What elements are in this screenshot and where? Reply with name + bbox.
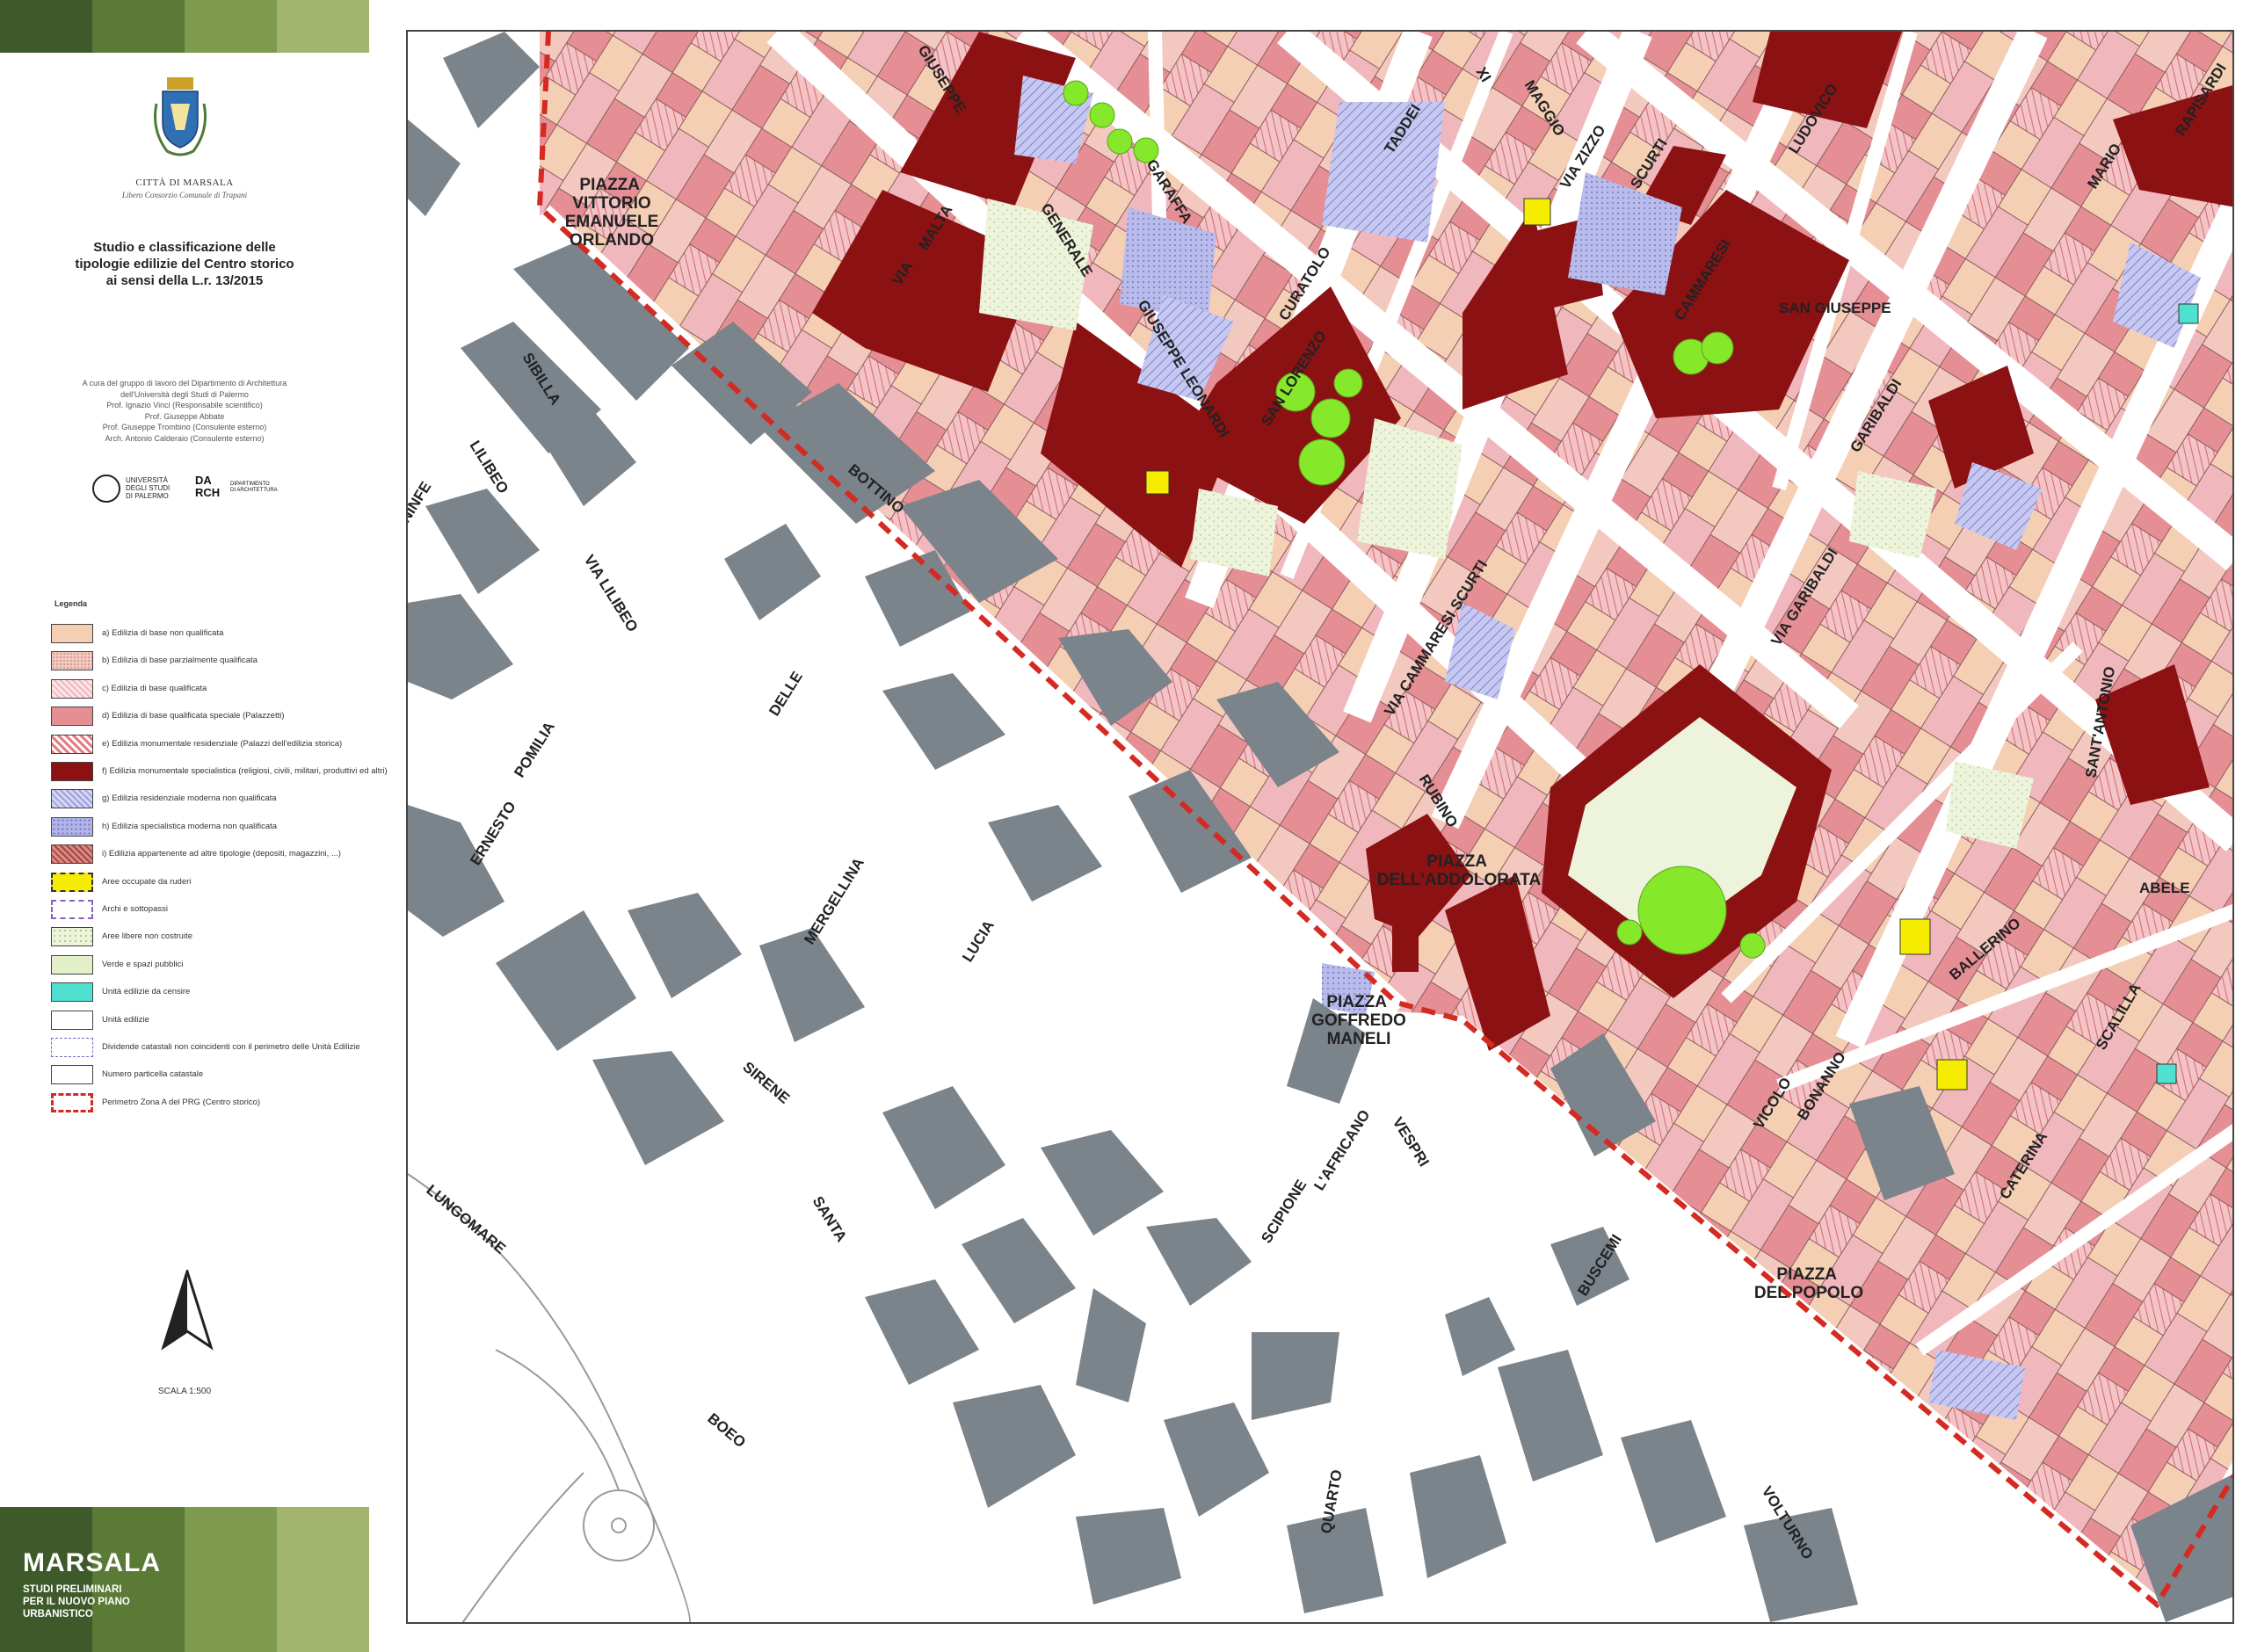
legend-label: Numero particella catastale: [102, 1069, 204, 1080]
unipa-logo-text: UNIVERSITÀ DEGLI STUDI DI PALERMO: [126, 476, 171, 500]
city-name: CITTÀ DI MARSALA: [135, 178, 234, 188]
legend-label: h) Edilizia specialistica moderna non qu…: [102, 821, 278, 831]
legend-label: a) Edilizia di base non qualificata: [102, 628, 224, 638]
legend-label: d) Edilizia di base qualificata speciale…: [102, 711, 285, 721]
legend-swatch: [51, 651, 93, 671]
historic-centre-map[interactable]: GIUSEPPE GARAFFA VIA MALTA GENERALE GIUS…: [408, 32, 2234, 1624]
bar-segment: [92, 0, 185, 53]
legend-label: c) Edilizia di base qualificata: [102, 683, 207, 693]
piazza-label-line: MANELI: [1327, 1030, 1391, 1048]
brand-name: MARSALA: [23, 1548, 161, 1577]
city-subtitle: Libero Consorzio Comunale di Trapani: [121, 191, 248, 199]
bottom-color-bar: [0, 1507, 369, 1652]
legend-item: Aree occupate da ruderi: [51, 872, 367, 894]
piazza-label-line: PIAZZA: [1426, 852, 1487, 871]
legend-item: Unità edilizie: [51, 1010, 367, 1032]
study-title: Studio e classificazione delle tipologie…: [75, 240, 294, 288]
bar-segment: [92, 1507, 185, 1652]
bar-segment: [277, 0, 369, 53]
legend-swatch: [51, 1038, 93, 1057]
north-arrow-icon: [161, 1270, 214, 1351]
legend-item: g) Edilizia residenziale moderna non qua…: [51, 789, 367, 810]
legend-item: Archi e sottopassi: [51, 900, 367, 921]
legend-swatch: [51, 900, 93, 919]
legend-label: Unità edilizie: [102, 1014, 149, 1025]
piazza-label-line: PIAZZA: [1326, 993, 1387, 1011]
legend-label: Perimetro Zona A del PRG (Centro storico…: [102, 1097, 261, 1107]
legend-label: Dividende catastali non coincidenti con …: [102, 1042, 360, 1052]
street-label: ABELE: [2139, 880, 2190, 896]
legend-label: Unità edilizie da censire: [102, 987, 191, 997]
legend-swatch: [51, 1092, 93, 1112]
unipa-logo: UNIVERSITÀ DEGLI STUDI DI PALERMO: [92, 475, 189, 504]
bar-segment: [277, 1507, 369, 1652]
sidebar: CITTÀ DI MARSALA Libero Consorzio Comuna…: [0, 0, 388, 1652]
legend-item: Verde e spazi pubblici: [51, 954, 367, 976]
legend-label: Aree occupate da ruderi: [102, 876, 192, 887]
piazza-label-line: ORLANDO: [570, 231, 654, 250]
legend-swatch: [51, 706, 93, 727]
piazza-label-line: PIAZZA: [579, 176, 640, 194]
bar-segment: [0, 1507, 92, 1652]
legend-swatch: [51, 1065, 93, 1085]
legend-item: Aree libere non costruite: [51, 927, 367, 948]
city-crest-icon: [154, 77, 207, 156]
darch-logo-mark: DA RCH: [195, 474, 221, 499]
legend-title: Legenda: [54, 599, 88, 608]
legend-swatch: [51, 982, 93, 1003]
legend-label: g) Edilizia residenziale moderna non qua…: [102, 793, 277, 804]
brand-subtitle: STUDI PRELIMINARI PER IL NUOVO PIANO URB…: [23, 1584, 130, 1619]
legend-swatch: [51, 816, 93, 837]
legend-label: Verde e spazi pubblici: [102, 959, 184, 969]
bar-segment: [185, 0, 277, 53]
piazza-label-line: GOFFREDO: [1311, 1011, 1406, 1030]
legend-item: i) Edilizia appartenente ad altre tipolo…: [51, 844, 367, 866]
unipa-seal-icon: [92, 475, 120, 503]
legend-item: Dividende catastali non coincidenti con …: [51, 1038, 367, 1059]
legend-item: Perimetro Zona A del PRG (Centro storico…: [51, 1092, 367, 1114]
piazza-label-line: PIAZZA: [1776, 1265, 1837, 1284]
legend-item: Numero particella catastale: [51, 1065, 367, 1086]
legend-label: i) Edilizia appartenente ad altre tipolo…: [102, 849, 341, 859]
legend-item: d) Edilizia di base qualificata speciale…: [51, 706, 367, 728]
legend-swatch: [51, 927, 93, 947]
legend-item: b) Edilizia di base parzialmente qualifi…: [51, 651, 367, 672]
piazza-label-line: DELL'ADDOLORATA: [1377, 871, 1542, 889]
legend-item: c) Edilizia di base qualificata: [51, 678, 367, 700]
darch-logo-text: DIPARTIMENTO DI ARCHITETTURA: [230, 482, 278, 493]
legend-label: b) Edilizia di base parzialmente qualifi…: [102, 656, 258, 666]
legend-swatch: [51, 954, 93, 975]
legend-item: Unità edilizie da censire: [51, 982, 367, 1004]
legend-item: h) Edilizia specialistica moderna non qu…: [51, 816, 367, 838]
piazza-label-line: VITTORIO: [572, 194, 650, 213]
church-apse: [1392, 919, 1419, 972]
legend-item: e) Edilizia monumentale residenziale (Pa…: [51, 734, 367, 756]
map-frame[interactable]: GIUSEPPE GARAFFA VIA MALTA GENERALE GIUS…: [406, 30, 2234, 1624]
credits: A cura del gruppo di lavoro del Dipartim…: [82, 379, 287, 443]
piazza-label-line: DEL POPOLO: [1754, 1284, 1863, 1302]
legend-swatch: [51, 789, 93, 809]
bar-segment: [185, 1507, 277, 1652]
piazza-label-line: EMANUELE: [565, 213, 659, 231]
legend-item: a) Edilizia di base non qualificata: [51, 624, 367, 645]
legend-label: Archi e sottopassi: [102, 904, 168, 914]
bar-segment: [0, 0, 92, 53]
legend-label: e) Edilizia monumentale residenziale (Pa…: [102, 738, 343, 749]
legend-swatch: [51, 678, 93, 699]
legend-item: f) Edilizia monumentale specialistica (r…: [51, 762, 388, 783]
legend-swatch: [51, 872, 93, 892]
scale-label: SCALA 1:500: [157, 1387, 212, 1396]
street-label: SAN GIUSEPPE: [1779, 300, 1891, 316]
legend-label: Aree libere non costruite: [102, 931, 192, 942]
legend-swatch: [51, 762, 93, 781]
top-color-bar: [0, 0, 369, 53]
legend-swatch: [51, 844, 93, 865]
darch-logo: DA RCH DIPARTIMENTO DI ARCHITETTURA: [195, 475, 292, 504]
legend-swatch: [51, 734, 93, 754]
legend-swatch: [51, 624, 93, 643]
legend-swatch: [51, 1010, 93, 1030]
legend-label: f) Edilizia monumentale specialistica (r…: [102, 766, 388, 776]
